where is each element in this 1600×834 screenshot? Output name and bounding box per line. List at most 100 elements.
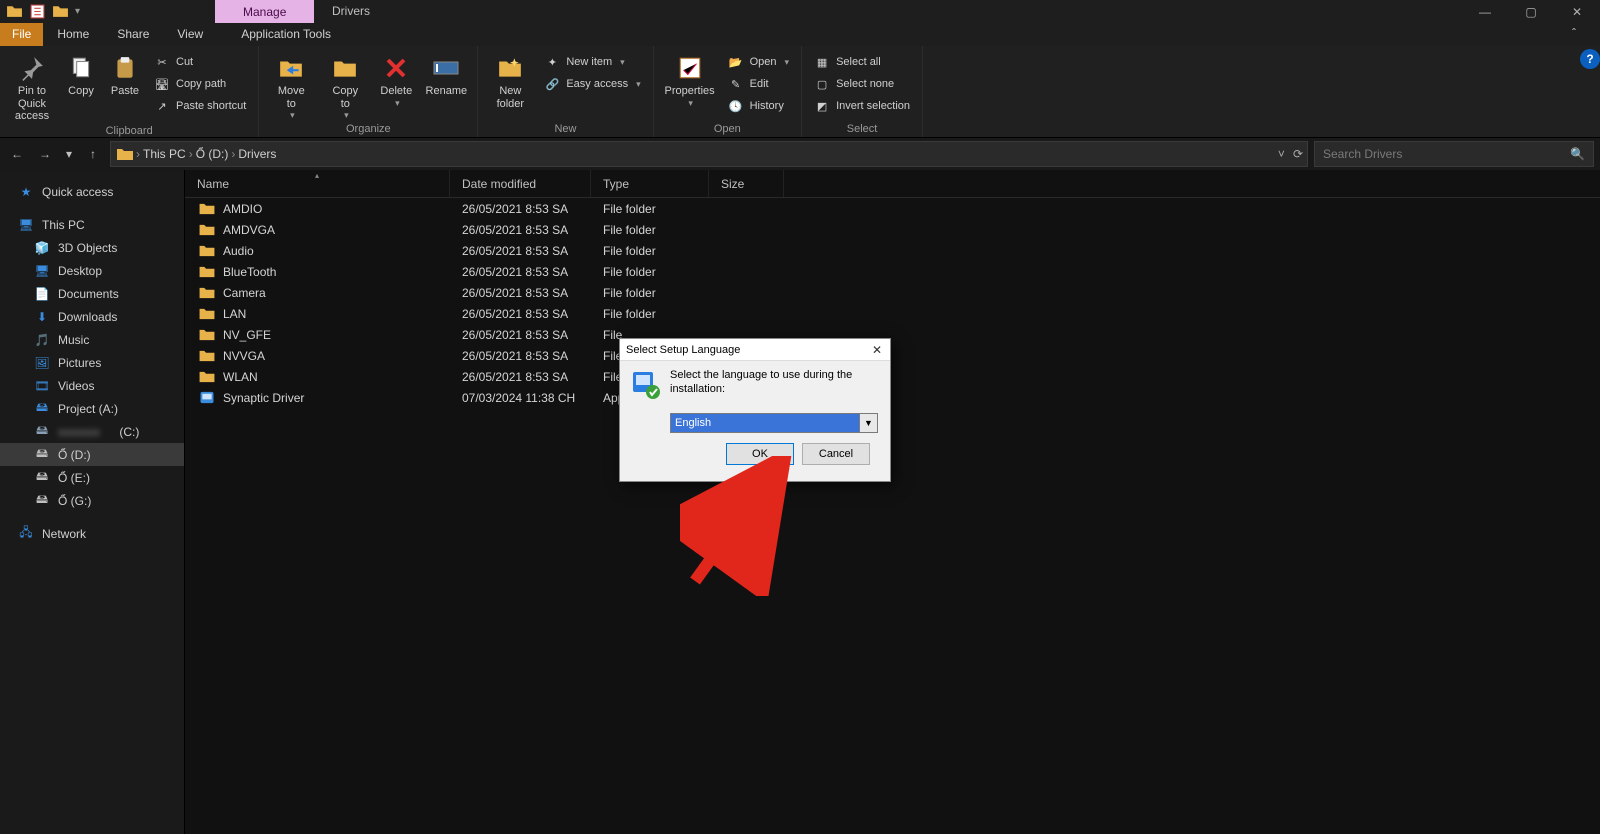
sidebar-item-this-pc[interactable]: 🖥 This PC [0,213,184,236]
table-row[interactable]: NV_GFE26/05/2021 8:53 SAFile [185,324,1600,345]
dialog-close-button[interactable]: ✕ [868,341,886,359]
minimize-button[interactable]: — [1462,0,1508,23]
tab-view[interactable]: View [163,23,217,46]
folder-icon [199,286,215,299]
cut-button[interactable]: ✂Cut [150,52,250,72]
copy-to-button[interactable]: Copy to▾ [321,50,369,121]
qat-dropdown-icon[interactable]: ▾ [75,6,80,17]
tab-file[interactable]: File [0,23,43,46]
address-dropdown-icon[interactable]: ˅ [1278,147,1285,161]
folder-icon [199,265,215,278]
breadcrumb-drive[interactable]: Ổ (D:) [196,147,229,161]
sidebar-item[interactable]: 🖼Pictures [0,351,184,374]
sidebar-item-quick-access[interactable]: ★ Quick access [0,180,184,203]
chevron-right-icon[interactable]: › [186,147,196,161]
sidebar-item[interactable]: 🧊3D Objects [0,236,184,259]
paste-button[interactable]: Paste [106,50,144,98]
dialog-title-bar[interactable]: Select Setup Language ✕ [620,339,890,361]
chevron-down-icon[interactable]: ▼ [859,414,877,432]
invert-selection-button[interactable]: ◩Invert selection [810,96,914,116]
table-row[interactable]: NVVGA26/05/2021 8:53 SAFile [185,345,1600,366]
move-to-button[interactable]: Move to▾ [267,50,315,121]
ribbon-tabs: File Home Share View Application Tools ˆ… [0,23,1600,46]
app-icon [199,391,215,404]
new-item-button[interactable]: ✦New item▾ [540,52,644,72]
setup-language-dialog: Select Setup Language ✕ Select the langu… [619,338,891,482]
rename-button[interactable]: Rename [423,50,469,98]
delete-button[interactable]: Delete▾ [375,50,417,108]
pc-icon: 🖥 [18,217,34,233]
sidebar-item[interactable]: 🖥Desktop [0,259,184,282]
paste-shortcut-button[interactable]: ↗Paste shortcut [150,96,250,116]
table-row[interactable]: Synaptic Driver07/03/2024 11:38 CHApp [185,387,1600,408]
cancel-button[interactable]: Cancel [802,443,870,465]
sidebar-item-drive-c[interactable]: 🖴 xxxxxxx (C:) [0,420,184,443]
properties-button[interactable]: Properties▾ [662,50,718,108]
tab-share[interactable]: Share [103,23,163,46]
breadcrumb-this-pc[interactable]: This PC [143,147,186,161]
search-placeholder: Search Drivers [1323,147,1402,161]
group-clipboard-label: Clipboard [106,125,153,137]
nav-back-button[interactable]: ← [6,143,28,165]
column-type[interactable]: Type [591,170,709,197]
search-input[interactable]: Search Drivers 🔍 [1314,141,1594,167]
tab-home[interactable]: Home [43,23,103,46]
maximize-button[interactable]: ▢ [1508,0,1554,23]
table-row[interactable]: LAN26/05/2021 8:53 SAFile folder [185,303,1600,324]
refresh-icon[interactable]: ⟳ [1293,147,1303,161]
sidebar-item-drive[interactable]: 🖴Ổ (D:) [0,443,184,466]
ribbon-collapse-icon[interactable]: ˆ [1572,26,1576,40]
history-button[interactable]: 🕓History [724,96,793,116]
tab-application-tools[interactable]: Application Tools [227,23,345,46]
drive-icon: 🖴 [34,424,50,440]
edit-button[interactable]: ✎Edit [724,74,793,94]
column-size[interactable]: Size [709,170,784,197]
address-bar[interactable]: › This PC › Ổ (D:) › Drivers ˅ ⟳ [110,141,1308,167]
easy-access-button[interactable]: 🔗Easy access▾ [540,74,644,94]
search-icon: 🔍 [1570,147,1585,161]
open-button[interactable]: 📂Open▾ [724,52,793,72]
select-all-button[interactable]: ▦Select all [810,52,914,72]
language-select[interactable]: English ▼ [670,413,878,433]
breadcrumb-folder[interactable]: Drivers [238,147,276,161]
close-button[interactable]: ✕ [1554,0,1600,23]
column-headers: ▴Name Date modified Type Size [185,170,1600,198]
ok-button[interactable]: OK [726,443,794,465]
table-row[interactable]: BlueTooth26/05/2021 8:53 SAFile folder [185,261,1600,282]
sidebar-item[interactable]: 🎵Music [0,328,184,351]
properties-icon[interactable] [29,3,46,20]
copy-path-button[interactable]: 🛣Copy path [150,74,250,94]
table-row[interactable]: Audio26/05/2021 8:53 SAFile folder [185,240,1600,261]
table-row[interactable]: AMDVGA26/05/2021 8:53 SAFile folder [185,219,1600,240]
move-to-icon [277,54,305,82]
chevron-right-icon[interactable]: › [133,147,143,161]
new-folder-icon[interactable] [52,3,69,20]
copy-icon [67,54,95,82]
sidebar-item[interactable]: 📄Documents [0,282,184,305]
sidebar-item[interactable]: 🎞Videos [0,374,184,397]
navbar: ← → ▾ ↑ › This PC › Ổ (D:) › Drivers ˅ ⟳… [0,138,1600,170]
sidebar-item-drive[interactable]: 🖴Ổ (G:) [0,489,184,512]
sidebar-item-drive[interactable]: 🖴Ổ (E:) [0,466,184,489]
new-folder-button[interactable]: New folder [486,50,534,110]
nav-up-button[interactable]: ↑ [82,143,104,165]
installer-icon [630,369,662,401]
nav-forward-button[interactable]: → [34,143,56,165]
column-date[interactable]: Date modified [450,170,591,197]
nav-recent-button[interactable]: ▾ [62,143,76,165]
help-button[interactable]: ? [1580,49,1600,69]
pin-icon [18,54,46,82]
sidebar-item[interactable]: 🖴Project (A:) [0,397,184,420]
table-row[interactable]: Camera26/05/2021 8:53 SAFile folder [185,282,1600,303]
pin-quick-access-button[interactable]: Pin to Quick access [8,50,56,123]
sidebar-item[interactable]: ⬇Downloads [0,305,184,328]
ribbon: Pin to Quick access Copy Paste ✂Cut 🛣Cop… [0,46,1600,138]
table-row[interactable]: WLAN26/05/2021 8:53 SAFile [185,366,1600,387]
chevron-right-icon[interactable]: › [228,147,238,161]
select-none-button[interactable]: ▢Select none [810,74,914,94]
sidebar-item-network[interactable]: 🖧 Network [0,522,184,545]
table-row[interactable]: AMDIO26/05/2021 8:53 SAFile folder [185,198,1600,219]
column-name[interactable]: ▴Name [185,170,450,197]
copy-button[interactable]: Copy [62,50,100,98]
contextual-tab-manage[interactable]: Manage [215,0,314,23]
